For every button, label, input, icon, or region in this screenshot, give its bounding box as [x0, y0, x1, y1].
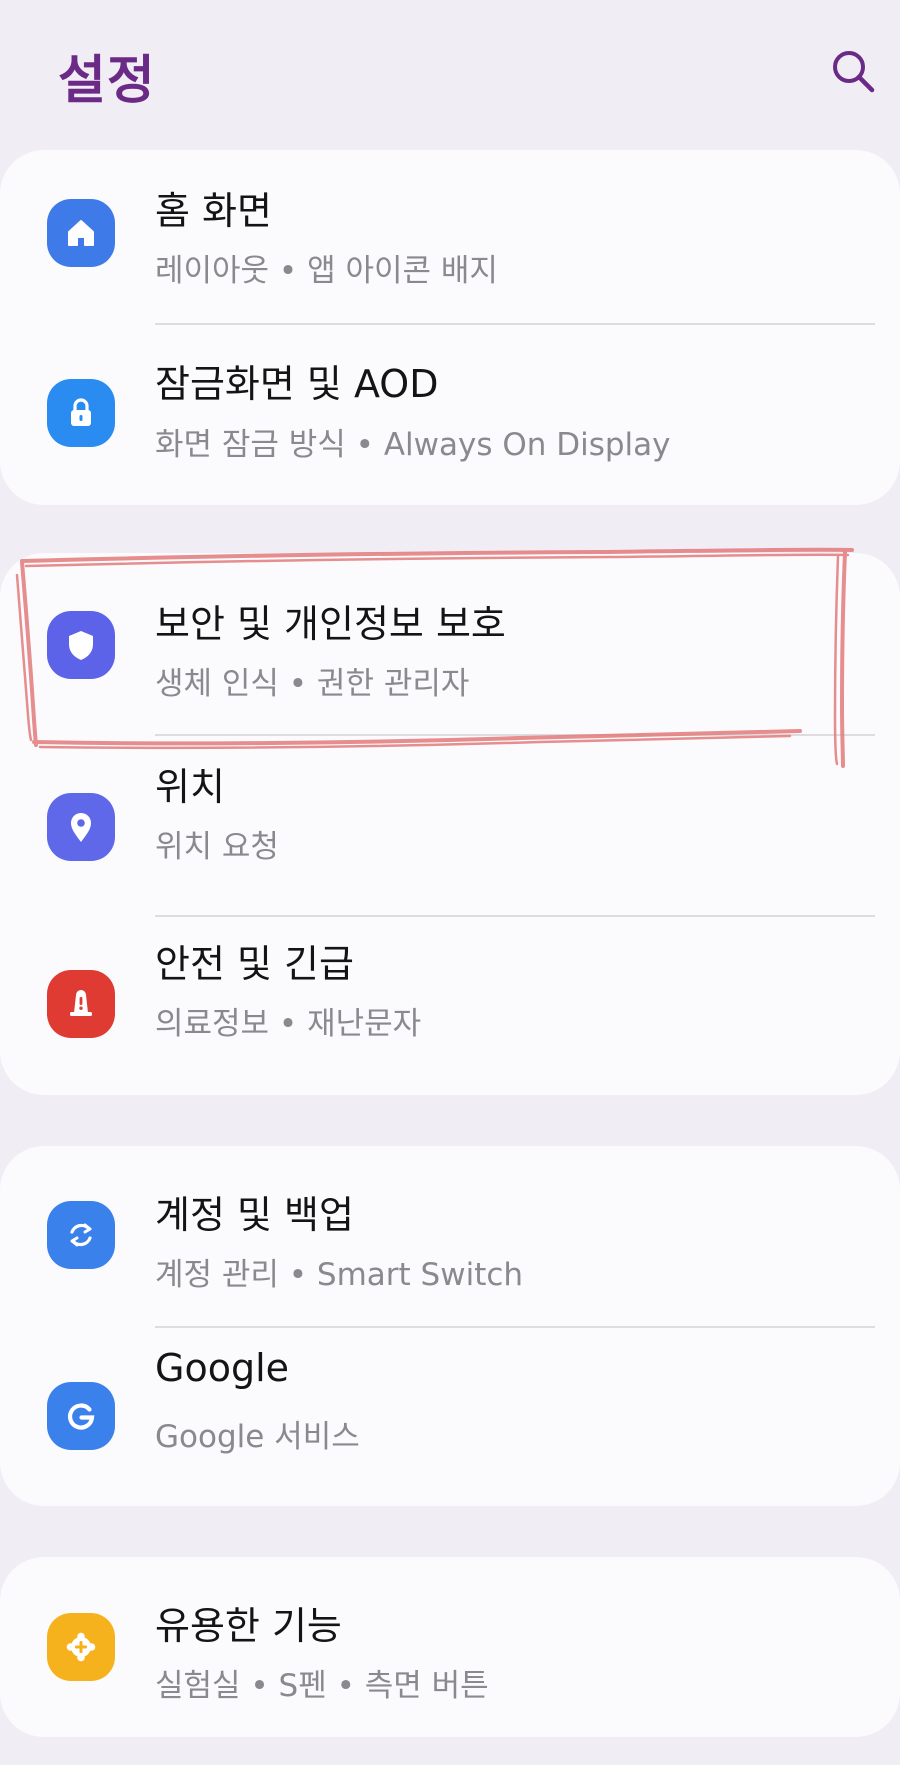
settings-item-title: 홈 화면	[155, 189, 272, 233]
settings-item-lock-screen[interactable]: 잠금화면 및 AOD 화면 잠금 방식 • Always On Display	[0, 325, 900, 505]
settings-item-title: 잠금화면 및 AOD	[155, 362, 439, 406]
settings-item-google[interactable]: Google Google 서비스	[0, 1328, 900, 1508]
app-header: 설정	[0, 0, 900, 150]
settings-item-home-screen[interactable]: 홈 화면 레이아웃 • 앱 아이콘 배지	[0, 150, 900, 330]
home-icon	[47, 199, 115, 267]
settings-item-title: 위치	[155, 765, 225, 809]
settings-item-subtitle: 의료정보 • 재난문자	[155, 1006, 422, 1042]
settings-item-accounts-backup[interactable]: 계정 및 백업 계정 관리 • Smart Switch	[0, 1146, 900, 1326]
settings-group-display: 홈 화면 레이아웃 • 앱 아이콘 배지 잠금화면 및 AOD 화면 잠금 방식…	[0, 150, 900, 505]
settings-item-title: 계정 및 백업	[155, 1193, 354, 1237]
settings-item-subtitle: 화면 잠금 방식 • Always On Display	[155, 427, 671, 463]
settings-item-advanced-features[interactable]: 유용한 기능 실험실 • S펜 • 측면 버튼	[0, 1557, 900, 1737]
page-title: 설정	[58, 51, 156, 111]
location-pin-icon	[47, 793, 115, 861]
sync-icon	[47, 1201, 115, 1269]
settings-item-title: 유용한 기능	[155, 1604, 342, 1648]
settings-item-title: 안전 및 긴급	[155, 942, 354, 986]
settings-item-subtitle: 생체 인식 • 권한 관리자	[155, 666, 470, 702]
settings-item-subtitle: Google 서비스	[155, 1419, 360, 1455]
settings-group-accounts: 계정 및 백업 계정 관리 • Smart Switch Google Goog…	[0, 1146, 900, 1506]
settings-group-advanced: 유용한 기능 실험실 • S펜 • 측면 버튼	[0, 1557, 900, 1737]
google-icon	[47, 1382, 115, 1450]
settings-item-subtitle: 레이아웃 • 앱 아이콘 배지	[155, 253, 498, 289]
search-icon	[833, 51, 875, 93]
settings-item-security-privacy[interactable]: 보안 및 개인정보 보호 생체 인식 • 권한 관리자	[0, 553, 900, 733]
search-button[interactable]	[828, 46, 878, 96]
settings-item-subtitle: 계정 관리 • Smart Switch	[155, 1257, 524, 1293]
settings-item-title: 보안 및 개인정보 보호	[155, 602, 506, 646]
settings-item-subtitle: 위치 요청	[155, 829, 279, 865]
lock-icon	[47, 379, 115, 447]
settings-item-title: Google	[155, 1346, 290, 1390]
puzzle-plus-icon	[47, 1613, 115, 1681]
alert-icon	[47, 970, 115, 1038]
settings-item-location[interactable]: 위치 위치 요청	[0, 736, 900, 916]
shield-icon	[47, 611, 115, 679]
settings-group-privacy: 보안 및 개인정보 보호 생체 인식 • 권한 관리자 위치 위치 요청 안전 …	[0, 553, 900, 1095]
settings-item-safety-emergency[interactable]: 안전 및 긴급 의료정보 • 재난문자	[0, 917, 900, 1097]
settings-item-subtitle: 실험실 • S펜 • 측면 버튼	[155, 1668, 489, 1704]
